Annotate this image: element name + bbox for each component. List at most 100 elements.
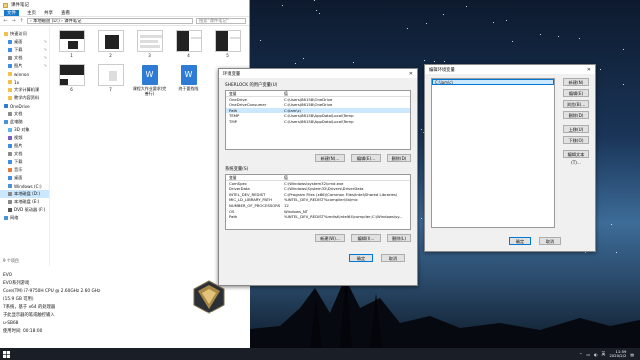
watermark-logo [193,280,225,314]
path-entries-list[interactable]: C:\Iam\c\ [431,78,555,228]
volume-icon[interactable]: ◖) [594,352,597,357]
cancel-button[interactable]: 取消 [381,254,405,262]
sidebar-item[interactable]: 快速访问 [0,30,49,38]
list-item[interactable]: C:\Iam\c\ [432,79,554,85]
sidebar-item-label: 图片 [14,143,23,148]
folder-icon [8,176,12,180]
edit-user-var-button[interactable]: 编辑(E)... [351,154,381,162]
file-name: 4 [187,53,190,58]
star [622,84,624,86]
new-user-var-button[interactable]: 新建(N)... [315,154,345,162]
network-icon[interactable]: ▭ [586,352,590,357]
sidebar-item[interactable]: 桌面 [0,174,49,182]
sidebar-item[interactable]: 图片 [0,142,49,150]
sidebar-item[interactable]: 下载 ✎ [0,46,49,54]
file-item[interactable]: 3 [136,30,163,58]
sidebar-item[interactable]: 图片 ✎ [0,62,49,70]
sidebar-item[interactable]: OneDrive [0,102,49,110]
image-thumbnail [58,64,85,86]
up-arrow-icon[interactable]: ↑ [19,18,24,24]
sidebar-item[interactable]: 3D 对象 [0,126,49,134]
sidebar-item[interactable]: 视频 [0,134,49,142]
sidebar-item[interactable]: 文档 ✎ [0,54,49,62]
close-icon[interactable]: ✕ [409,71,413,77]
dialog-titlebar: 编辑环境变量 ✕ [425,65,595,74]
col-value: 值 [284,91,288,96]
sidebar-item[interactable]: 本地磁盘 (E:) [0,198,49,206]
sidebar-item-label: 下载 [14,47,23,52]
chevron-up-icon[interactable]: ⌃ [579,352,582,357]
new-entry-button[interactable]: 新建(N) [563,78,589,86]
folder-icon [8,184,12,188]
folder-icon [8,40,12,44]
tab-view[interactable]: 查看 [61,10,70,16]
star [611,223,613,225]
address-bar[interactable]: › 本地磁盘 (D:) › 课件笔记 [27,18,193,24]
sidebar-item[interactable]: 此电脑 [0,118,49,126]
sidebar-item-label: DVD 驱动器 (F:) [14,207,46,212]
star [281,5,283,7]
file-item[interactable]: 终于要找啦 [175,64,202,96]
sidebar-item[interactable]: 文档 [0,110,49,118]
star [578,37,580,39]
ok-button[interactable]: 确定 [509,237,531,245]
sidebar-item-label: 视频 [14,135,23,140]
window-title: 课件笔记 [11,3,29,8]
file-item[interactable]: 1 [58,30,85,58]
sidebar-item[interactable]: 本地磁盘 (D:) [0,190,49,198]
sidebar-item[interactable]: Windows (C:) [0,182,49,190]
variable-value: %INTEL_DEV_REDIST%redist\intel64\compile… [284,214,403,220]
file-item[interactable]: 课程大作业要求(完善行) [133,64,166,96]
ok-button[interactable]: 确定 [349,254,373,262]
search-input[interactable]: 搜索"课件笔记" [196,18,246,24]
table-row[interactable]: TMP C:\Users\86158\AppData\Local\Temp [226,119,410,125]
tab-file[interactable]: 文件 [4,10,19,16]
sidebar-item[interactable]: 1x [0,78,49,86]
edit-text-button[interactable]: 编辑文本(T)... [563,150,589,165]
star [318,13,320,15]
edit-system-var-button[interactable]: 编辑(I)... [351,234,381,242]
sidebar-item-label: 大学计算机课 [14,87,40,92]
sidebar-item[interactable]: 文档 [0,150,49,158]
back-arrow-icon[interactable]: ← [3,18,8,24]
pin-icon: ✎ [44,40,47,44]
delete-user-var-button[interactable]: 删除(D) [387,154,411,162]
new-system-var-button[interactable]: 新建(W)... [315,234,345,242]
tab-share[interactable]: 共享 [44,10,53,16]
file-item[interactable]: 5 [214,30,241,58]
star [315,9,317,11]
notification-icon[interactable]: ▤ [630,352,634,357]
star [303,58,305,60]
close-icon[interactable]: ✕ [587,67,591,73]
sidebar-item-label: 文档 [14,111,23,116]
sidebar-item[interactable]: 音乐 [0,166,49,174]
sidebar-item[interactable]: winnon [0,70,49,78]
sidebar-item[interactable]: 网络 [0,214,49,222]
browse-button[interactable]: 浏览(B)... [563,100,589,108]
variable-name: TMP [229,118,237,124]
file-item[interactable]: 6 [58,64,85,96]
delete-entry-button[interactable]: 删除(D) [563,111,589,119]
clock[interactable]: 11:59 2020/2/2 [609,349,626,359]
status-bar: 9 个项目 [0,257,250,264]
delete-system-var-button[interactable]: 删除(L) [387,234,411,242]
file-item[interactable]: 2 [97,30,124,58]
tab-home[interactable]: 主页 [27,10,36,16]
forward-arrow-icon[interactable]: → [11,18,16,24]
file-item[interactable]: 7 [97,64,124,96]
windows-start-icon[interactable] [0,348,12,360]
sidebar-item[interactable]: DVD 驱动器 (F:) [0,206,49,214]
col-variable: 变量 [229,91,237,96]
system-vars-buttons: 新建(W)... 编辑(I)... 删除(L) [219,230,417,242]
edit-entry-button[interactable]: 编辑(E) [563,89,589,97]
table-row[interactable]: Path %INTEL_DEV_REDIST%redist\intel64\com… [226,214,410,220]
move-down-button[interactable]: 下移(O) [563,136,589,144]
sidebar-item[interactable]: 教学内容资料 [0,94,49,102]
sidebar-item[interactable]: 大学计算机课 [0,86,49,94]
sidebar-item[interactable]: 桌面 ✎ [0,38,49,46]
file-item[interactable]: 4 [175,30,202,58]
move-up-button[interactable]: 上移(U) [563,125,589,133]
input-language[interactable]: 英 [602,351,606,357]
cancel-button[interactable]: 取消 [539,237,561,245]
sidebar-item[interactable]: 下载 [0,158,49,166]
